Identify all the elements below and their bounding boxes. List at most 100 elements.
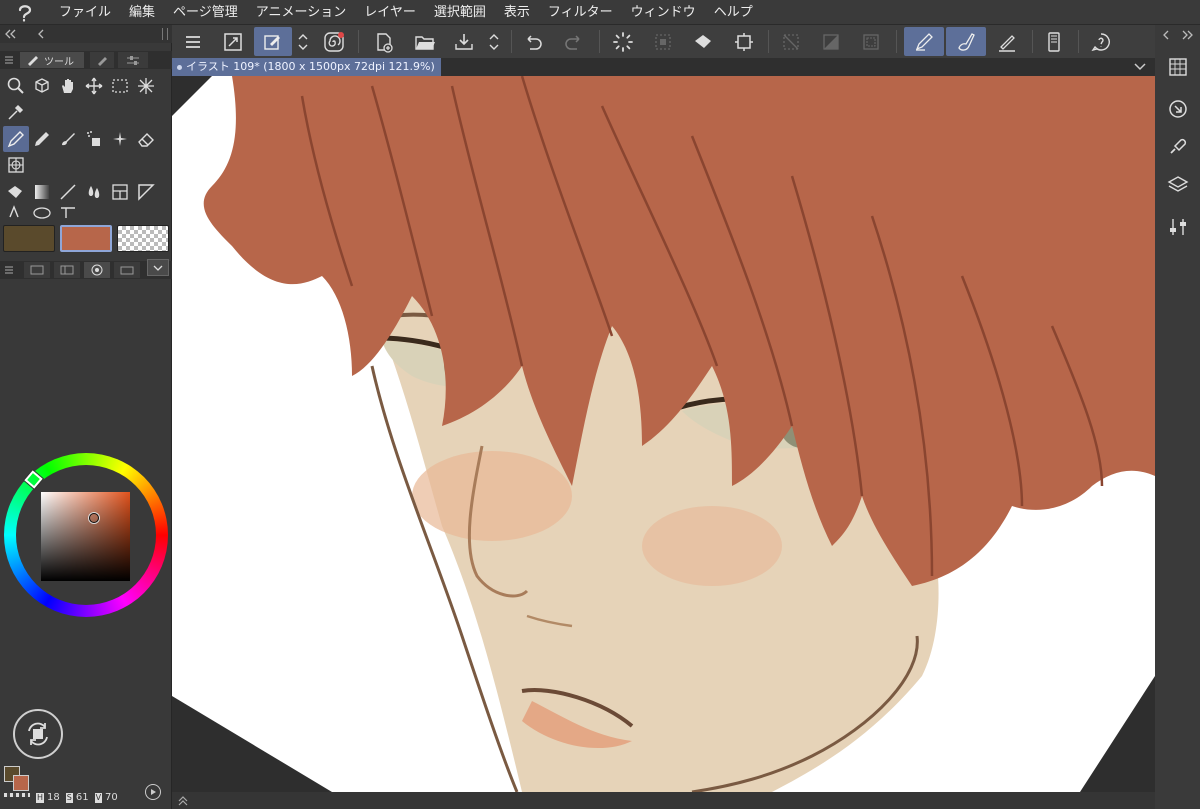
color-wheel-tab-icon <box>91 264 103 276</box>
ruler-pen-icon[interactable] <box>992 27 1022 56</box>
layers-icon[interactable] <box>1166 173 1190 197</box>
expand-right-icon[interactable] <box>1179 28 1195 42</box>
pen-tool-icon[interactable] <box>3 126 29 152</box>
color-history-icon <box>120 266 134 275</box>
saturation-value-square[interactable] <box>41 492 130 581</box>
text-tool-icon[interactable] <box>3 203 29 221</box>
pencil-tool-icon[interactable] <box>29 126 55 152</box>
crop-icon[interactable] <box>729 27 759 56</box>
cheek-blush-left <box>412 451 572 541</box>
auto-select-tool-icon[interactable] <box>133 73 159 99</box>
play-button[interactable] <box>145 784 161 800</box>
rotate-canvas-icon <box>28 722 48 746</box>
fit-view-icon[interactable] <box>218 27 248 56</box>
document-tab[interactable]: イラスト 109* (1800 x 1500px 72dpi 121.9%) <box>172 58 441 76</box>
value-value: 70 <box>105 792 118 803</box>
canvas-area[interactable] <box>172 76 1155 792</box>
mini-sub-color[interactable] <box>13 775 29 791</box>
color-set-icon <box>60 265 74 275</box>
vector-pen-icon[interactable] <box>904 27 944 56</box>
sub-color-swatch[interactable] <box>60 225 112 252</box>
menu-file[interactable]: ファイル <box>50 0 120 25</box>
fill-icon[interactable] <box>689 27 719 56</box>
help-icon[interactable] <box>1086 27 1116 56</box>
tool-property-icon[interactable] <box>1166 133 1190 157</box>
chevron-left-icon[interactable] <box>1159 28 1173 42</box>
tab-color-set[interactable] <box>54 262 80 278</box>
redo-icon[interactable] <box>559 27 589 56</box>
object-tool-icon[interactable] <box>29 73 55 99</box>
expand-up-icon[interactable] <box>177 796 189 806</box>
tab-tool[interactable]: ツール <box>20 52 84 68</box>
border-icon[interactable] <box>856 27 886 56</box>
menu-icon[interactable] <box>178 27 208 56</box>
hue-label: H <box>36 792 45 803</box>
tab-color-wheel[interactable] <box>84 262 110 278</box>
save-options-icon[interactable] <box>485 27 503 56</box>
saturation-label: S <box>65 792 73 803</box>
hamburger-icon[interactable] <box>4 265 14 275</box>
chevron-left-icon[interactable] <box>34 27 48 41</box>
blend-tool-icon[interactable] <box>3 152 29 178</box>
eraser-tool-icon[interactable] <box>133 126 159 152</box>
main-color-swatch[interactable] <box>3 225 55 252</box>
menu-page[interactable]: ページ管理 <box>164 0 247 25</box>
decoration-tool-icon[interactable] <box>107 126 133 152</box>
spiral-icon[interactable] <box>319 27 349 56</box>
tab-color-history[interactable] <box>114 262 140 278</box>
illustration-canvas[interactable] <box>172 76 1155 792</box>
menu-window[interactable]: ウィンドウ <box>622 0 705 25</box>
edit-canvas-icon[interactable] <box>254 27 292 56</box>
menu-edit[interactable]: 編集 <box>120 0 164 25</box>
menu-selection[interactable]: 選択範囲 <box>425 0 495 25</box>
hamburger-icon[interactable] <box>4 55 14 65</box>
deselect-icon[interactable] <box>648 27 678 56</box>
ruler-tool-icon[interactable] <box>133 179 159 205</box>
tab-color-slider[interactable] <box>24 262 50 278</box>
new-file-icon[interactable] <box>369 27 399 56</box>
chevron-down-icon[interactable] <box>1133 62 1147 72</box>
move-tool-icon[interactable] <box>81 73 107 99</box>
correction-tool-icon[interactable] <box>55 203 81 221</box>
open-folder-icon[interactable] <box>410 27 440 56</box>
hue-value: 18 <box>47 792 60 803</box>
eyedropper-tool-icon[interactable] <box>3 99 29 125</box>
clear-selection-icon[interactable] <box>776 27 806 56</box>
collapse-left-icon[interactable] <box>2 27 18 41</box>
chevron-down-icon <box>153 265 163 271</box>
tab-settings[interactable] <box>118 52 148 68</box>
updown-icon[interactable] <box>294 27 312 56</box>
menu-filter[interactable]: フィルター <box>539 0 622 25</box>
menu-help[interactable]: ヘルプ <box>705 0 762 25</box>
app-logo-icon[interactable] <box>0 0 50 25</box>
device-icon[interactable] <box>1039 27 1069 56</box>
sub-view-icon[interactable] <box>1166 97 1190 121</box>
zoom-tool-icon[interactable] <box>3 73 29 99</box>
menu-view[interactable]: 表示 <box>495 0 539 25</box>
transparent-color-swatch[interactable] <box>117 225 169 252</box>
sv-cursor[interactable] <box>89 513 99 523</box>
panel-grip[interactable] <box>162 28 168 40</box>
layer-property-icon[interactable] <box>1166 215 1190 239</box>
balloon-tool-icon[interactable] <box>29 203 55 221</box>
airbrush-tool-icon[interactable] <box>81 126 107 152</box>
brush-icon[interactable] <box>946 27 986 56</box>
save-icon[interactable] <box>449 27 479 56</box>
document-tab-row: イラスト 109* (1800 x 1500px 72dpi 121.9%) <box>172 58 1155 76</box>
navigator-icon[interactable] <box>1166 55 1190 79</box>
palette-header <box>0 25 172 43</box>
loading-icon[interactable] <box>608 27 638 56</box>
frame-tool-icon[interactable] <box>107 179 133 205</box>
tone-icon[interactable] <box>816 27 846 56</box>
drops-tool-icon[interactable] <box>81 179 107 205</box>
hand-tool-icon[interactable] <box>55 73 81 99</box>
undo-icon[interactable] <box>518 27 548 56</box>
menu-animation[interactable]: アニメーション <box>247 0 355 25</box>
brush-tool-icon[interactable] <box>55 126 81 152</box>
tool-palette-panel: ツール H 18 S 61 V 70 <box>0 25 172 809</box>
tab-subtool[interactable] <box>90 52 114 68</box>
menu-layer[interactable]: レイヤー <box>355 0 425 25</box>
palette-dropdown-button[interactable] <box>147 259 169 276</box>
canvas-rotate-button[interactable] <box>13 709 63 759</box>
selection-tool-icon[interactable] <box>107 73 133 99</box>
